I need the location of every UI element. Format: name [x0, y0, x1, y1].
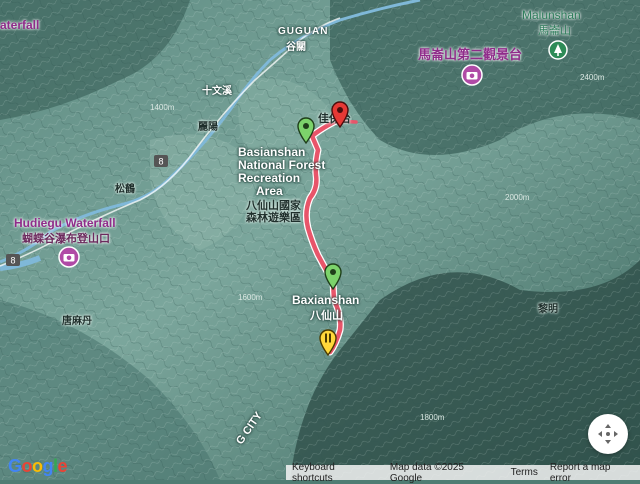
attribution-bar: Keyboard shortcuts Map data ©2025 Google…: [286, 462, 640, 484]
location-pin-icon[interactable]: [318, 328, 338, 361]
svg-text:1600m: 1600m: [238, 293, 263, 302]
place-label-guguan: GUGUAN: [278, 26, 329, 37]
keyboard-shortcuts-link[interactable]: Keyboard shortcuts: [286, 462, 384, 484]
place-label-liming: 黎明: [538, 304, 558, 315]
svg-text:1800m: 1800m: [420, 413, 445, 422]
park-label-line: 八仙山國家: [246, 200, 301, 212]
camera-icon[interactable]: [461, 64, 483, 91]
place-label-shiwenxi: 十文溪: [202, 86, 232, 97]
peak-label-malunshan: Malunshan: [522, 8, 581, 22]
park-label-basianshan-zh: 八仙山國家 森林遊樂區: [246, 200, 301, 224]
place-label-songhe: 松鶴: [115, 184, 135, 195]
compass-control-icon[interactable]: [588, 414, 628, 454]
place-label-liyang: 麗陽: [198, 122, 218, 133]
svg-text:8: 8: [158, 157, 163, 167]
svg-text:8: 8: [10, 256, 15, 266]
location-pin-icon[interactable]: [323, 262, 343, 295]
park-label-line: Area: [256, 184, 283, 198]
poi-label-viewpoint: 馬崙山第二觀景台: [418, 47, 523, 62]
report-error-link[interactable]: Report a map error: [544, 462, 640, 484]
location-pin-icon[interactable]: [296, 116, 316, 149]
svg-text:2000m: 2000m: [505, 193, 530, 202]
peak-label-baxianshan-zh: 八仙山: [310, 310, 343, 322]
place-label-tangmadan: 唐麻丹: [62, 316, 92, 327]
park-label-line: 森林遊樂區: [246, 212, 301, 224]
map-data-text: Map data ©2025 Google: [389, 461, 464, 484]
poi-label-waterfall-partial: aterfall: [0, 18, 40, 32]
svg-text:2400m: 2400m: [580, 73, 605, 82]
park-label-basianshan: Basianshan National Forest Recreation Ar…: [238, 146, 325, 198]
peak-label-malunshan-zh: 馬崙山: [538, 25, 571, 37]
svg-text:1400m: 1400m: [150, 103, 175, 112]
terms-link[interactable]: Terms: [505, 467, 544, 478]
google-logo: Google: [8, 456, 68, 476]
park-icon[interactable]: [548, 40, 568, 65]
place-label-guguan-zh: 谷關: [286, 42, 306, 53]
location-pin-icon[interactable]: [330, 100, 350, 133]
camera-icon[interactable]: [58, 246, 80, 273]
poi-label-hudiegu[interactable]: Hudiegu Waterfall: [14, 216, 116, 230]
poi-label-hudiegu-zh[interactable]: 蝴蝶谷瀑布登山口: [22, 230, 110, 246]
peak-label-baxianshan: Baxianshan: [292, 293, 360, 307]
